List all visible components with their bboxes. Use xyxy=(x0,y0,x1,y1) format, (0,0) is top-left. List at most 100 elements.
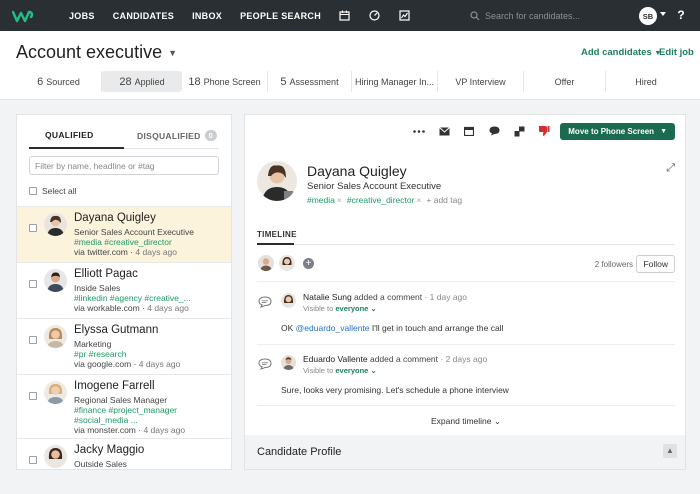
remove-tag-icon[interactable]: × xyxy=(416,195,421,205)
avatar xyxy=(44,269,67,292)
candidate-search[interactable]: Search for candidates... xyxy=(470,7,620,24)
stage-offer[interactable]: Offer xyxy=(524,71,606,92)
row-checkbox[interactable] xyxy=(29,336,37,344)
stage-hired[interactable]: Hired xyxy=(606,71,686,92)
avatar xyxy=(44,381,67,404)
list-item[interactable]: Imogene Farrell Regional Sales Manager #… xyxy=(17,374,231,438)
candidate-source: via workable.com · 4 days ago xyxy=(74,303,189,313)
user-avatar[interactable]: SB xyxy=(639,7,657,25)
add-tag-link[interactable]: + add tag xyxy=(426,195,462,205)
candidate-title: Inside Sales xyxy=(74,283,121,293)
reports-chart-icon[interactable] xyxy=(399,10,411,22)
follower-avatar[interactable] xyxy=(279,255,295,271)
stage-vp-interview[interactable]: VP Interview xyxy=(438,71,524,92)
tag[interactable]: #media xyxy=(307,195,335,205)
chevron-down-icon: ▼ xyxy=(168,47,178,58)
dashboard-gauge-icon[interactable] xyxy=(369,10,381,22)
candidate-profile-section[interactable]: Candidate Profile ▲ xyxy=(245,435,685,469)
tab-qualified[interactable]: QUALIFIED xyxy=(45,130,94,140)
remove-tag-icon[interactable]: × xyxy=(337,195,342,205)
comment-header: Eduardo Vallente added a comment · 2 day… xyxy=(303,354,488,364)
follow-button[interactable]: Follow xyxy=(636,255,675,273)
candidate-name: Jacky Maggio xyxy=(74,444,145,456)
candidate-name: Elliott Pagac xyxy=(74,268,138,280)
tab-timeline[interactable]: TIMELINE xyxy=(257,230,297,239)
comment-header: Natalie Sung added a comment · 1 day ago xyxy=(303,292,467,302)
search-placeholder[interactable]: Search for candidates... xyxy=(485,11,580,21)
disqualify-thumbs-down-icon[interactable] xyxy=(537,124,551,138)
stage-phone-screen[interactable]: 18 Phone Screen xyxy=(182,71,268,92)
user-menu-chevron-icon[interactable] xyxy=(660,12,666,16)
calendar-icon[interactable] xyxy=(462,124,476,138)
tab-disqualified[interactable]: DISQUALIFIED 0 xyxy=(137,130,218,141)
nav-people-search[interactable]: PEOPLE SEARCH xyxy=(240,11,321,21)
candidate-toolbar: Move to Phone Screen ▼ xyxy=(401,122,675,140)
section-title: Candidate Profile xyxy=(257,446,342,458)
disqualified-count-badge: 0 xyxy=(204,130,218,141)
candidate-name: Dayana Quigley xyxy=(74,212,156,224)
select-all-checkbox[interactable] xyxy=(29,187,37,195)
top-navigation: JOBS CANDIDATES INBOX PEOPLE SEARCH Sear… xyxy=(0,0,700,31)
candidate-tags: #pr #research xyxy=(74,349,127,359)
tag[interactable]: #creative_director xyxy=(347,195,415,205)
candidate-name: Elyssa Gutmann xyxy=(74,324,159,336)
stage-assessment[interactable]: 5 Assessment xyxy=(268,71,352,92)
move-to-stage-button[interactable]: Move to Phone Screen ▼ xyxy=(560,122,675,140)
email-icon[interactable] xyxy=(437,124,451,138)
divider xyxy=(257,244,675,245)
expand-icon[interactable]: ⤢ xyxy=(666,162,675,175)
row-checkbox[interactable] xyxy=(29,224,37,232)
followers-count[interactable]: 2 followers xyxy=(595,260,633,269)
pipeline-stages: 6 Sourced 28 Applied 18 Phone Screen 5 Asses… xyxy=(16,71,686,92)
follower-avatar[interactable] xyxy=(258,255,274,271)
nav-inbox[interactable]: INBOX xyxy=(192,11,222,21)
calendar-icon[interactable] xyxy=(339,10,351,22)
add-follower-icon[interactable]: + xyxy=(303,258,314,269)
job-title-dropdown[interactable]: Account executive ▼ xyxy=(16,42,177,63)
list-item[interactable]: Elliott Pagac Inside Sales #linkedin #ag… xyxy=(17,262,231,318)
workable-logo-icon[interactable] xyxy=(0,0,46,31)
stage-sourced[interactable]: 6 Sourced xyxy=(16,71,102,92)
candidate-detail-panel: Move to Phone Screen ▼ Dayana Quigley Sen… xyxy=(244,114,686,470)
candidate-title: Regional Sales Manager xyxy=(74,395,168,405)
mention-link[interactable]: @eduardo_vallente xyxy=(296,323,370,333)
edit-job-link[interactable]: Edit job xyxy=(659,47,694,58)
avatar xyxy=(44,445,67,468)
avatar xyxy=(44,213,67,236)
nav-jobs[interactable]: JOBS xyxy=(69,11,95,21)
list-item[interactable]: Dayana Quigley Senior Sales Account Exec… xyxy=(17,206,231,262)
row-checkbox[interactable] xyxy=(29,280,37,288)
more-options-icon[interactable] xyxy=(412,124,426,138)
stage-hiring-manager-interview[interactable]: Hiring Manager In... xyxy=(352,71,438,92)
chevron-down-icon[interactable]: ▼ xyxy=(660,128,667,135)
divider xyxy=(257,344,675,345)
candidate-list-panel: QUALIFIED DISQUALIFIED 0 Filter by name, … xyxy=(16,114,232,470)
divider xyxy=(257,405,675,406)
expand-timeline-link[interactable]: Expand timeline ⌄ xyxy=(245,416,685,427)
row-checkbox[interactable] xyxy=(29,456,37,464)
list-item[interactable]: Elyssa Gutmann Marketing #pr #research v… xyxy=(17,318,231,374)
avatar xyxy=(281,293,296,308)
select-all[interactable]: Select all xyxy=(29,186,77,196)
search-icon xyxy=(470,10,480,20)
candidate-tags: #finance #project_manager xyxy=(74,405,178,415)
avatar xyxy=(44,325,67,348)
candidate-tag-list: #media × #creative_director × + add tag xyxy=(307,195,462,205)
row-checkbox[interactable] xyxy=(29,392,37,400)
comment-visibility[interactable]: Visible to everyone ⌄ xyxy=(303,304,377,313)
comment-icon[interactable] xyxy=(487,124,501,138)
share-icon[interactable] xyxy=(512,124,526,138)
list-item[interactable]: Jacky Maggio Outside Sales xyxy=(17,438,231,494)
comment-visibility[interactable]: Visible to everyone ⌄ xyxy=(303,366,377,375)
add-candidates-button[interactable]: Add candidates ▼ xyxy=(581,47,661,58)
candidate-title: Outside Sales xyxy=(74,459,127,469)
nav-candidates[interactable]: CANDIDATES xyxy=(113,11,174,21)
candidate-avatar xyxy=(257,161,297,201)
filter-input[interactable]: Filter by name, headline or #tag xyxy=(29,156,219,175)
help-icon[interactable]: ? xyxy=(674,8,688,22)
stage-applied[interactable]: 28 Applied xyxy=(102,71,182,92)
comment-text: OK @eduardo_vallente I'll get in touch a… xyxy=(281,323,504,333)
collapse-chevron-up-icon[interactable]: ▲ xyxy=(663,444,677,458)
comment-icon xyxy=(258,296,272,308)
active-tab-indicator xyxy=(29,147,124,149)
